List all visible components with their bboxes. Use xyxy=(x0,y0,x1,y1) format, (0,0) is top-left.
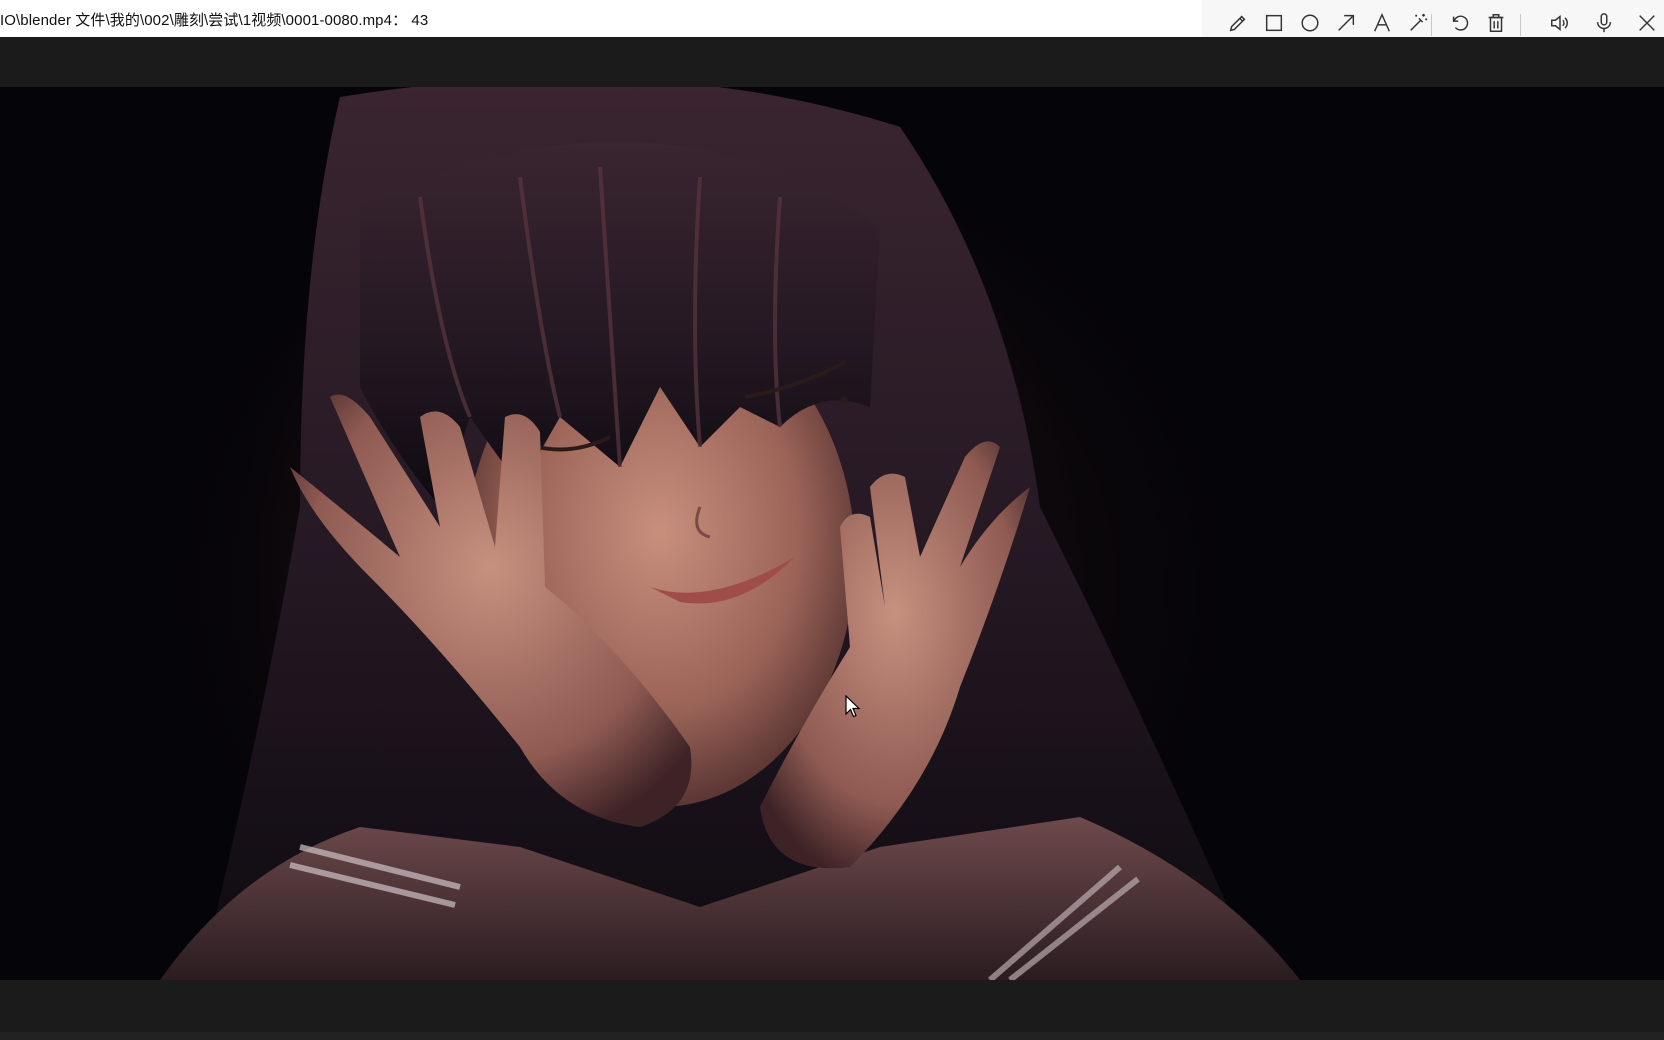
mouse-cursor-icon xyxy=(845,695,861,718)
rectangle-icon[interactable] xyxy=(1260,9,1288,37)
player-top-bar xyxy=(0,37,1664,87)
circle-icon[interactable] xyxy=(1296,9,1324,37)
trash-icon[interactable] xyxy=(1482,9,1510,37)
status-strip xyxy=(0,1032,1664,1040)
undo-icon[interactable] xyxy=(1446,9,1474,37)
video-frame[interactable] xyxy=(0,87,1664,980)
speaker-icon[interactable] xyxy=(1546,9,1574,37)
pencil-icon[interactable] xyxy=(1224,9,1252,37)
video-still-image xyxy=(160,87,1300,980)
player-bottom-bar xyxy=(0,980,1664,1032)
close-icon[interactable] xyxy=(1633,9,1661,37)
arrow-icon[interactable] xyxy=(1332,9,1360,37)
toolbar-divider xyxy=(1431,14,1432,36)
magic-wand-icon[interactable] xyxy=(1404,9,1432,37)
toolbar-divider xyxy=(1520,14,1521,36)
microphone-icon[interactable] xyxy=(1590,9,1618,37)
window-title: IO\blender 文件\我的\002\雕刻\尝试\1视频\0001-0080… xyxy=(0,12,429,29)
text-icon[interactable] xyxy=(1368,9,1396,37)
